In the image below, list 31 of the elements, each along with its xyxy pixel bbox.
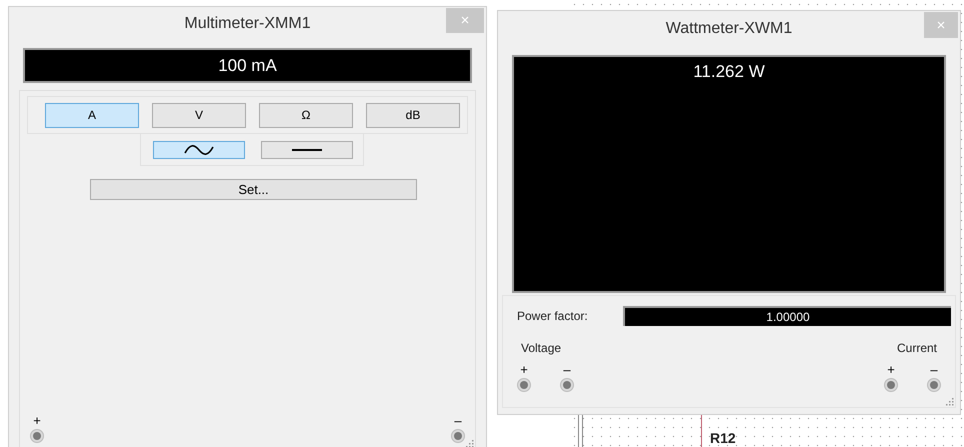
mode-button[interactable]: dB: [366, 102, 460, 128]
terminal-jack[interactable]: [884, 378, 898, 392]
terminal-jack[interactable]: [927, 378, 941, 392]
signal-button[interactable]: [153, 140, 245, 158]
power-factor-value: 1.00000: [766, 309, 810, 326]
signal-button[interactable]: [261, 140, 353, 158]
mode-button[interactable]: A: [45, 102, 139, 128]
power-factor-label: Power factor:: [517, 308, 589, 325]
resize-grip-icon[interactable]: [945, 397, 954, 406]
terminal-sign: +: [520, 363, 528, 376]
terminal-group-label: Voltage: [520, 340, 562, 357]
window-title: Wattmeter-XWM1: [666, 19, 792, 39]
mode-button[interactable]: V: [152, 102, 246, 128]
window-title: Multimeter-XMM1: [184, 14, 311, 34]
terminal-jack[interactable]: [30, 429, 44, 443]
sine-wave-icon: [184, 144, 214, 154]
terminal-jack[interactable]: [517, 378, 531, 392]
mode-button[interactable]: Ω: [259, 102, 353, 128]
terminal-jack[interactable]: [451, 429, 465, 443]
terminal-sign: –: [563, 363, 571, 376]
terminal-sign: –: [930, 363, 938, 376]
terminal-jack[interactable]: [560, 378, 574, 392]
set-button[interactable]: Set...: [90, 179, 417, 200]
terminal-group-label: Current: [896, 340, 938, 357]
straight-line-icon: [292, 148, 322, 152]
component-label: R12: [710, 431, 736, 445]
terminal-sign: –: [454, 414, 462, 427]
reading-text: 11.262 W: [693, 61, 765, 83]
terminal-sign: +: [33, 414, 41, 427]
terminal-sign: +: [887, 363, 895, 376]
reading-text: 100 mA: [218, 54, 277, 77]
